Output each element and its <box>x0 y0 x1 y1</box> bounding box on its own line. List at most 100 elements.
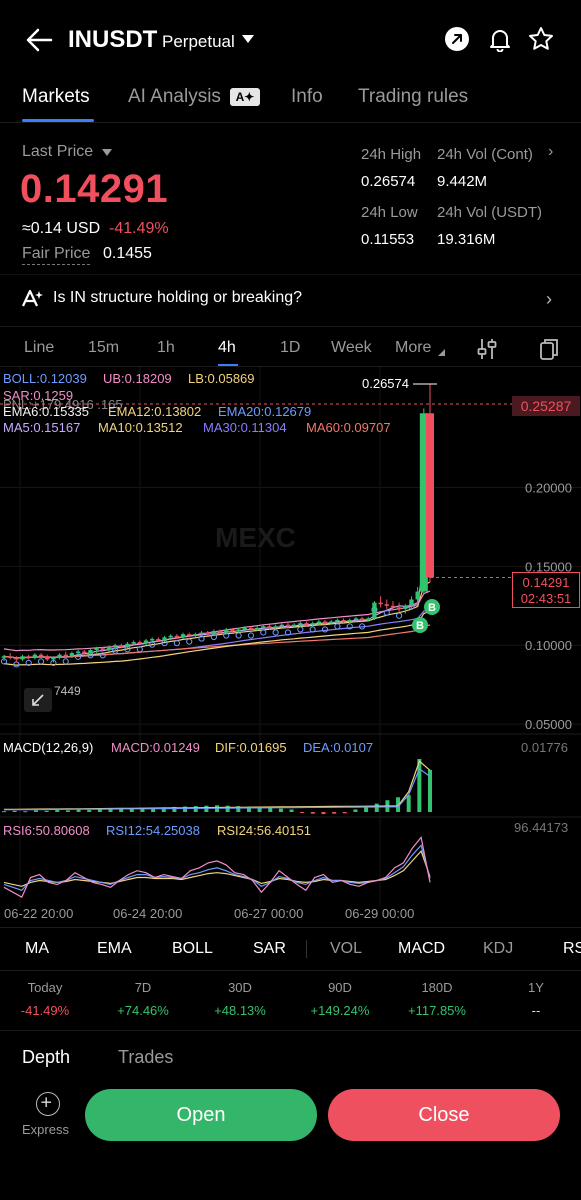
candle-body <box>329 621 334 624</box>
candle-body <box>174 635 180 638</box>
sar-dot <box>37 658 45 665</box>
express-label[interactable]: Express <box>22 1122 69 1137</box>
tab-info[interactable]: Info <box>291 86 323 108</box>
candle-body <box>366 618 371 620</box>
indicator-rsi[interactable]: RS <box>563 940 581 958</box>
macd-bar <box>310 812 315 814</box>
back-arrow-icon[interactable] <box>24 26 54 54</box>
ema12-value: EMA12:0.13802 <box>108 404 202 419</box>
candle-body <box>378 602 383 605</box>
bell-icon[interactable] <box>487 26 513 52</box>
high-marker-line <box>413 383 437 385</box>
chevron-down-icon[interactable] <box>242 35 254 43</box>
indicator-settings-icon[interactable] <box>476 337 498 361</box>
perf-label-90d: 90D <box>328 980 352 995</box>
candle-body <box>69 653 75 657</box>
rsi24-value: RSI24:56.40151 <box>217 823 311 838</box>
macd-bar <box>353 809 358 812</box>
star-icon[interactable] <box>528 26 554 52</box>
low-label: 24h Low <box>361 204 418 221</box>
perf-value-today: -41.49% <box>20 1003 70 1018</box>
sar-dot <box>260 629 267 636</box>
indicator-macd[interactable]: MACD <box>398 940 445 958</box>
indicator-vol[interactable]: VOL <box>330 940 362 958</box>
fair-price-label[interactable]: Fair Price <box>22 245 91 265</box>
chevron-right-icon[interactable]: › <box>548 143 553 161</box>
ai-sparkle-icon <box>22 289 43 307</box>
watermark: MEXC <box>215 522 296 553</box>
interval-week[interactable]: Week <box>331 339 372 357</box>
candle-body <box>217 631 223 633</box>
ema6-value: EMA6:0.15335 <box>3 404 90 419</box>
chevron-right-icon[interactable]: › <box>546 289 552 310</box>
tab-trades[interactable]: Trades <box>118 1047 173 1068</box>
macd-bar <box>65 810 70 812</box>
interval-4h[interactable]: 4h <box>218 339 236 357</box>
interval-line[interactable]: Line <box>24 339 54 357</box>
indicator-sar[interactable]: SAR <box>253 940 286 958</box>
ma5-line <box>3 557 431 659</box>
sar-dot <box>272 629 279 636</box>
x-tick-label: 06-22 20:00 <box>4 906 73 921</box>
contract-type-label[interactable]: Perpetual <box>162 32 235 52</box>
plus-circle-icon[interactable] <box>36 1092 60 1116</box>
last-price-label[interactable]: Last Price <box>22 143 93 161</box>
candle-body <box>359 618 365 620</box>
sar-dot <box>297 626 304 633</box>
vol-cont-label: 24h Vol (Cont) <box>437 146 533 163</box>
candle-body <box>205 632 210 635</box>
indicator-boll[interactable]: BOLL <box>172 940 213 958</box>
macd-bar <box>12 810 17 812</box>
open-button[interactable]: Open <box>85 1089 317 1141</box>
high-value: 0.26574 <box>361 173 416 190</box>
indicator-kdj[interactable]: KDJ <box>483 940 513 958</box>
dif-value: DIF:0.01695 <box>215 740 287 755</box>
buy-marker-label: B <box>416 620 424 632</box>
usd-value: ≈0.14 USD <box>22 220 101 237</box>
price-chart[interactable]: MEXC BB 0.200000.150000.100000.0500006-2… <box>0 367 581 927</box>
macd-bar <box>23 811 28 813</box>
interval-1d[interactable]: 1D <box>280 339 300 357</box>
candle-body <box>193 634 198 636</box>
boll-ub-value: UB:0.18209 <box>103 371 172 386</box>
share-icon[interactable] <box>444 26 470 52</box>
candle-body <box>403 605 408 609</box>
candle-body <box>372 602 377 619</box>
macd-title: MACD(12,26,9) <box>3 740 94 755</box>
dea-value: DEA:0.0107 <box>303 740 374 755</box>
caret-down-icon[interactable] <box>102 149 112 156</box>
header-bar: INUSDT Perpetual <box>0 0 581 80</box>
divider <box>0 1030 581 1031</box>
perf-label-today: Today <box>27 980 63 995</box>
symbol-title[interactable]: INUSDT <box>68 26 157 54</box>
tab-depth[interactable]: Depth <box>22 1047 70 1068</box>
ai-prompt-text[interactable]: Is IN structure holding or breaking? <box>53 289 302 307</box>
macd-bar <box>76 809 81 812</box>
expand-chart-icon[interactable] <box>24 688 52 712</box>
candle-body <box>8 656 13 658</box>
close-button[interactable]: Close <box>328 1089 560 1141</box>
ma5-value: MA5:0.15167 <box>3 420 81 435</box>
high-label: 24h High <box>361 146 422 163</box>
macd-bar <box>33 810 38 812</box>
interval-more[interactable]: More <box>395 339 431 357</box>
perf-value-7d: +74.46% <box>117 1003 169 1018</box>
copy-layout-icon[interactable] <box>538 337 560 361</box>
interval-1h[interactable]: 1h <box>157 339 175 357</box>
ma30-value: MA30:0.11304 <box>203 420 287 435</box>
candle-body <box>180 634 186 638</box>
candle-body <box>211 631 217 635</box>
macd-bar <box>129 809 134 812</box>
macd-bar <box>364 806 369 812</box>
tab-markets[interactable]: Markets <box>22 86 90 108</box>
interval-15m[interactable]: 15m <box>88 339 119 357</box>
tab-ai-analysis[interactable]: AI Analysis <box>128 86 221 108</box>
indicator-ema[interactable]: EMA <box>97 940 132 958</box>
indicator-ma[interactable]: MA <box>25 940 49 958</box>
candle-body <box>384 604 389 606</box>
high-marker-label: 0.26574 <box>362 376 409 391</box>
candle-body <box>347 619 352 622</box>
tab-trading-rules[interactable]: Trading rules <box>358 86 468 108</box>
candle-body <box>88 649 93 654</box>
macd-bar <box>332 812 337 814</box>
